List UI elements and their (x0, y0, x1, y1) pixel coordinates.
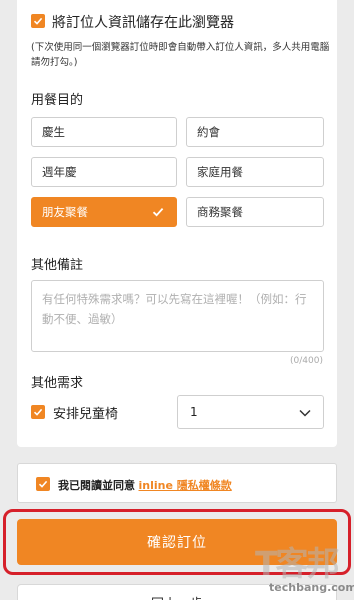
notes-title: 其他備註 (31, 258, 84, 273)
save-info-label: 將訂位人資訊儲存在此瀏覽器 (52, 15, 234, 31)
child-seat-label: 安排兒童椅 (53, 407, 119, 422)
privacy-policy-link[interactable]: inline 隱私權條款 (139, 479, 232, 492)
watermark-cjk-text: T客邦 (255, 544, 340, 583)
purpose-title: 用餐目的 (31, 93, 84, 108)
notes-textarea[interactable]: 有任何特殊需求嗎？可以先寫在這裡喔！（例如：行動不便、過敏） (31, 280, 324, 352)
other-needs-title: 其他需求 (31, 376, 84, 391)
save-info-checkbox[interactable] (31, 14, 45, 28)
notes-char-counter: (0/400) (290, 356, 323, 366)
purpose-option-birthday[interactable]: 慶生 (31, 117, 177, 147)
purpose-option-date[interactable]: 約會 (186, 117, 324, 147)
agreement-text: 我已閱讀並同意 inline 隱私權條款 (58, 479, 232, 492)
watermark-latin-text: techbang.com (269, 581, 354, 594)
checkmark-icon (33, 408, 43, 416)
child-seat-checkbox[interactable] (31, 405, 45, 419)
child-seat-quantity-select[interactable]: 1 (177, 395, 324, 429)
watermark-logo: T客邦 techbang.com (255, 537, 354, 597)
agreement-checkbox[interactable] (36, 477, 50, 491)
save-info-note: (下次使用同一個瀏覽器訂位時即會自動帶入訂位人資訊，多人共用電腦請勿打勾。) (31, 42, 330, 68)
agreement-box: 我已閱讀並同意 inline 隱私權條款 (17, 463, 337, 503)
checkmark-icon (38, 480, 48, 488)
checkmark-icon (33, 17, 43, 25)
purpose-option-friends[interactable]: 朋友聚餐 (31, 197, 177, 227)
chevron-down-icon (299, 409, 311, 417)
checkmark-icon (152, 207, 164, 217)
purpose-option-business[interactable]: 商務聚餐 (186, 197, 324, 227)
purpose-option-anniversary[interactable]: 週年慶 (31, 157, 177, 187)
child-seat-quantity-value: 1 (190, 405, 198, 419)
purpose-option-family[interactable]: 家庭用餐 (186, 157, 324, 187)
